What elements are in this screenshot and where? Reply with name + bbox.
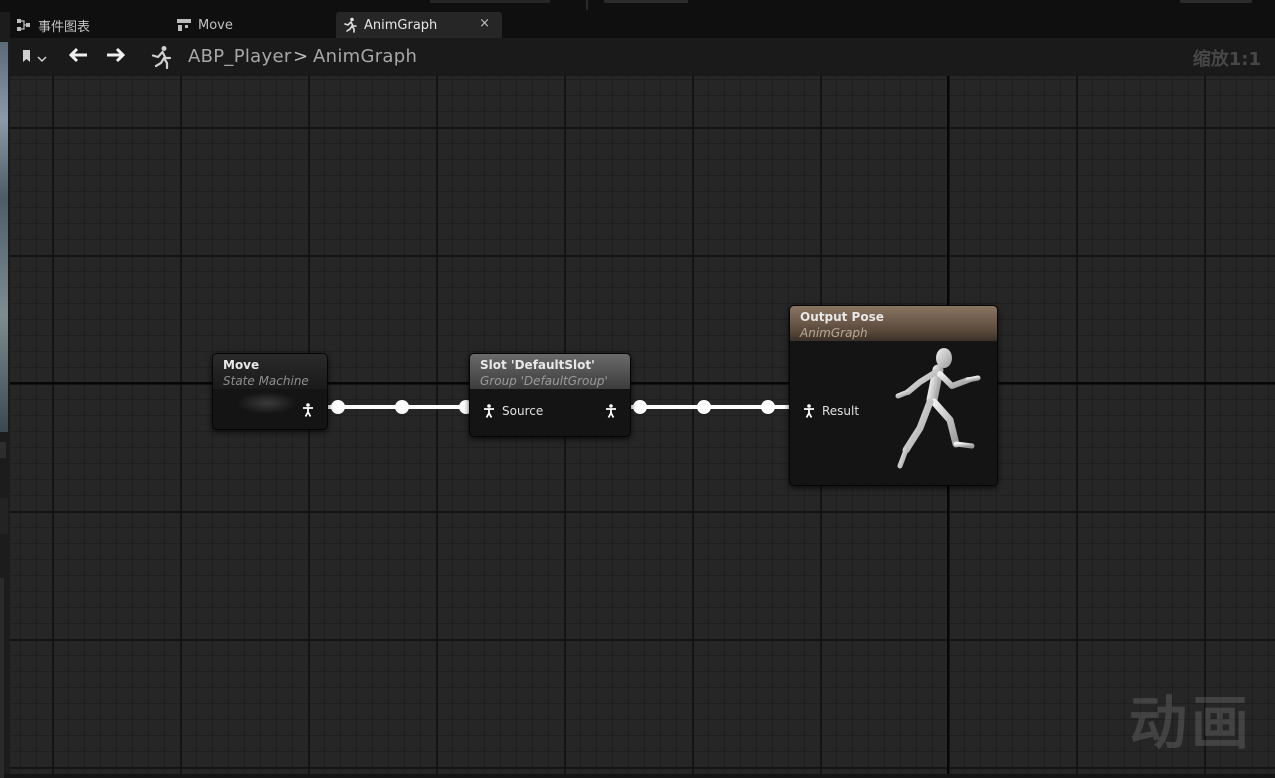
pin-label: Result: [822, 404, 860, 418]
anim-graph-icon: [146, 44, 176, 70]
bookmark-icon: [21, 48, 33, 67]
node-subtitle: AnimGraph: [800, 326, 868, 340]
pose-pin-icon: [482, 403, 496, 419]
graph-toolbar: ABP_Player > AnimGraph 缩放1:1: [10, 38, 1275, 76]
node-state-machine-move[interactable]: Move State Machine: [212, 353, 328, 430]
node-header: Move State Machine: [213, 354, 327, 389]
tab-label: AnimGraph: [364, 17, 438, 33]
source-input-pin[interactable]: Source: [482, 403, 543, 419]
arrow-left-icon: [67, 47, 89, 67]
node-title: Slot 'DefaultSlot': [480, 358, 595, 372]
breadcrumb-separator: >: [293, 46, 309, 67]
result-input-pin[interactable]: Result: [802, 403, 859, 419]
viewport-preview-edge: [0, 42, 8, 432]
back-button[interactable]: [64, 44, 92, 70]
anim-graph-icon: [342, 17, 358, 33]
running-mannequin-icon: [895, 348, 981, 469]
wire-slot-to-output[interactable]: [630, 400, 794, 414]
arrow-right-icon: [105, 47, 127, 67]
close-icon[interactable]: ×: [479, 16, 490, 31]
graph-type-watermark: 动画: [1128, 689, 1253, 757]
node-header: Slot 'DefaultSlot' Group 'DefaultGroup': [470, 354, 630, 389]
node-output-pose[interactable]: Output Pose AnimGraph Result: [789, 305, 998, 486]
breadcrumb-root[interactable]: ABP_Player: [188, 46, 292, 67]
pin-label: Source: [502, 404, 544, 418]
tab-move[interactable]: Move: [176, 12, 336, 38]
pose-pin-icon: [604, 403, 618, 419]
graph-canvas[interactable]: Move State Machine Slot 'DefaultSlot' Gr…: [10, 76, 1275, 774]
node-title: Move: [223, 358, 260, 372]
collapse-handle[interactable]: [0, 442, 6, 458]
tab-anim-graph[interactable]: AnimGraph ×: [336, 12, 502, 38]
output-pose-pin[interactable]: [301, 402, 315, 418]
event-graph-icon: [16, 17, 32, 33]
wire-layer: [326, 400, 794, 414]
node-slot-default[interactable]: Slot 'DefaultSlot' Group 'DefaultGroup' …: [469, 353, 631, 437]
node-title: Output Pose: [800, 310, 884, 324]
node-subtitle: Group 'DefaultGroup': [480, 374, 608, 388]
state-machine-icon: [176, 17, 192, 33]
forward-button[interactable]: [102, 44, 130, 70]
bookmark-dropdown-button[interactable]: [16, 44, 52, 70]
zoom-level: 缩放1:1: [1192, 49, 1261, 70]
left-panel-edge: [0, 12, 10, 778]
top-strip: [0, 0, 1275, 12]
pose-pin-icon: [802, 403, 816, 419]
tab-event-graph[interactable]: 事件图表: [16, 12, 166, 38]
wire-move-to-slot[interactable]: [326, 400, 473, 414]
tab-bar: 事件图表 Move AnimGraph ×: [10, 12, 1275, 38]
chevron-down-icon: [37, 48, 47, 67]
tab-label: 事件图表: [38, 19, 91, 35]
node-subtitle: State Machine: [223, 374, 309, 388]
pose-pin-icon: [301, 402, 315, 418]
node-header: Output Pose AnimGraph: [790, 306, 997, 341]
output-pose-pin[interactable]: [604, 403, 618, 419]
breadcrumb-current[interactable]: AnimGraph: [313, 46, 417, 67]
tab-label: Move: [198, 17, 233, 33]
